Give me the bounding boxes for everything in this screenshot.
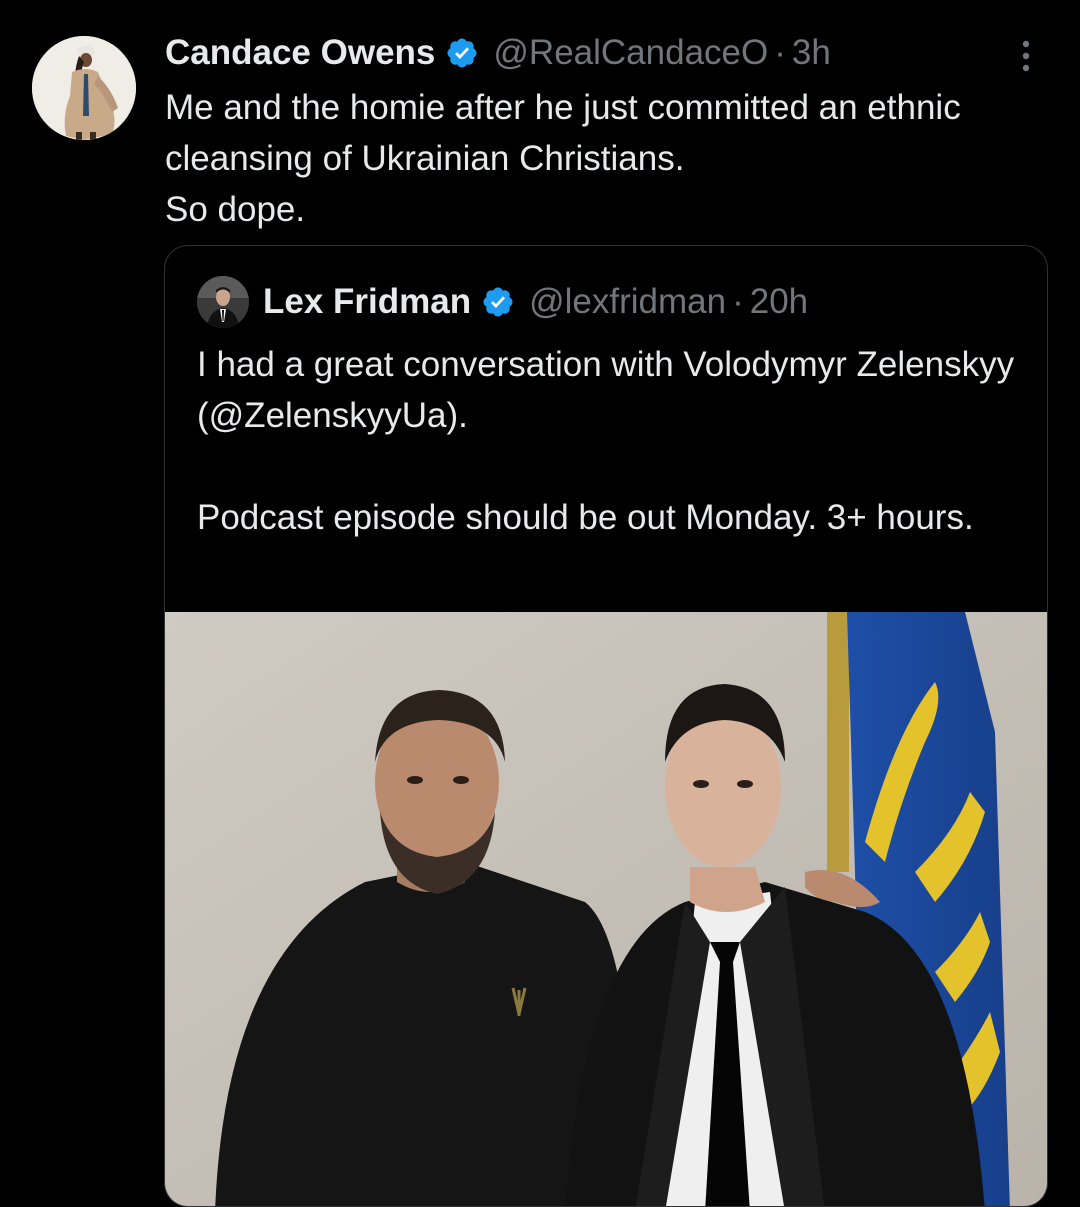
- verified-badge-icon[interactable]: [481, 285, 515, 319]
- author-avatar-image: [32, 36, 136, 140]
- quoted-author-handle[interactable]: @lexfridman: [529, 282, 726, 322]
- author-handle[interactable]: @RealCandaceO: [493, 33, 768, 73]
- tweet-text: Me and the homie after he just committed…: [165, 82, 1055, 235]
- photo-illustration: [165, 612, 1047, 1206]
- quoted-author-avatar-image: [197, 276, 249, 328]
- tweet-header: Candace Owens @RealCandaceO · 3h: [165, 30, 831, 76]
- tweet[interactable]: Candace Owens @RealCandaceO · 3h Me and …: [0, 0, 1080, 1207]
- quoted-tweet-photo[interactable]: [165, 612, 1047, 1206]
- author-avatar[interactable]: [32, 36, 136, 140]
- author-name[interactable]: Candace Owens: [165, 33, 435, 73]
- quoted-tweet-timestamp[interactable]: 20h: [750, 282, 808, 322]
- tweet-text-line: Me and the homie after he just committed…: [165, 88, 961, 178]
- quoted-author-name[interactable]: Lex Fridman: [263, 282, 471, 322]
- quoted-author-avatar[interactable]: [197, 276, 249, 328]
- more-options-icon[interactable]: [1012, 38, 1040, 78]
- quoted-paragraph: I had a great conversation with Volodymy…: [197, 345, 1015, 435]
- verified-badge-icon[interactable]: [445, 36, 479, 70]
- tweet-text-line: So dope.: [165, 190, 306, 229]
- header-separator: ·: [732, 282, 744, 321]
- quoted-tweet-header: Lex Fridman @lexfridman · 20h: [197, 276, 808, 328]
- quoted-paragraph: Podcast episode should be out Monday. 3+…: [197, 498, 974, 537]
- quoted-tweet[interactable]: Lex Fridman @lexfridman · 20h I had a gr…: [164, 245, 1048, 1207]
- quoted-tweet-text: I had a great conversation with Volodymy…: [197, 339, 1017, 543]
- header-separator: ·: [774, 33, 786, 72]
- tweet-timestamp[interactable]: 3h: [792, 33, 831, 73]
